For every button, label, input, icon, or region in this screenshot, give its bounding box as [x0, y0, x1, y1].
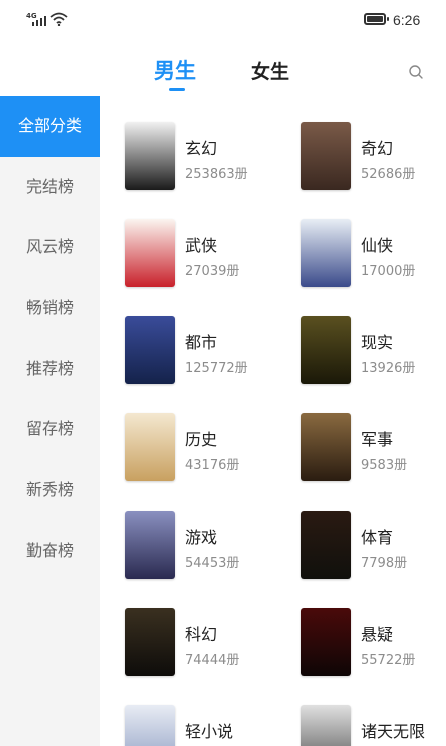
category-name: 仙侠 — [361, 236, 394, 255]
sidebar-item-bestseller[interactable]: 畅销榜 — [0, 278, 100, 339]
book-cover-image — [301, 705, 351, 746]
category-item[interactable]: 游戏 54453册 — [125, 511, 295, 583]
category-name: 体育 — [361, 528, 394, 547]
category-book-count: 9583册 — [361, 458, 408, 473]
book-cover-image — [125, 219, 175, 287]
network-type: 4G — [26, 12, 37, 20]
sidebar-item-recommended[interactable]: 推荐榜 — [0, 339, 100, 400]
tab-male[interactable]: 男生 — [154, 55, 196, 85]
category-name: 历史 — [185, 430, 218, 449]
category-item[interactable]: 武侠 27039册 — [125, 219, 295, 291]
category-name: 悬疑 — [361, 625, 394, 644]
category-book-count: 55722册 — [361, 653, 416, 668]
category-item[interactable]: 诸天无限 — [301, 705, 446, 746]
clock: 6:26 — [393, 12, 421, 28]
search-icon[interactable] — [408, 64, 424, 80]
category-book-count: 43176册 — [185, 458, 240, 473]
sidebar-item-trending[interactable]: 风云榜 — [0, 217, 100, 278]
category-book-count: 54453册 — [185, 556, 240, 571]
category-name: 奇幻 — [361, 139, 394, 158]
category-item[interactable]: 现实 13926册 — [301, 316, 446, 388]
book-cover-image — [125, 316, 175, 384]
sidebar-item-all-categories[interactable]: 全部分类 — [0, 96, 100, 157]
status-bar: 4G 6:26 — [0, 0, 446, 40]
book-cover-image — [125, 608, 175, 676]
category-item[interactable]: 历史 43176册 — [125, 413, 295, 485]
category-name: 科幻 — [185, 625, 218, 644]
book-cover-image — [301, 511, 351, 579]
category-item[interactable]: 军事 9583册 — [301, 413, 446, 485]
category-name: 诸天无限 — [361, 722, 426, 741]
tab-female[interactable]: 女生 — [251, 57, 289, 84]
category-book-count: 52686册 — [361, 167, 416, 182]
book-cover-image — [301, 413, 351, 481]
category-item[interactable]: 轻小说 — [125, 705, 295, 746]
sidebar-item-newcomer[interactable]: 新秀榜 — [0, 460, 100, 521]
category-item[interactable]: 都市 125772册 — [125, 316, 295, 388]
category-book-count: 125772册 — [185, 361, 248, 376]
category-item[interactable]: 科幻 74444册 — [125, 608, 295, 680]
category-book-count: 27039册 — [185, 264, 240, 279]
category-grid: 玄幻 253863册 奇幻 52686册武侠 27039册 仙侠 17000册都市 12577… — [100, 96, 446, 746]
book-cover-image — [301, 608, 351, 676]
ranking-sidebar: 全部分类 完结榜 风云榜 畅销榜 推荐榜 留存榜 新秀榜 勤奋榜 — [0, 96, 100, 746]
category-item[interactable]: 悬疑 55722册 — [301, 608, 446, 680]
category-book-count: 17000册 — [361, 264, 416, 279]
book-cover-image — [301, 316, 351, 384]
category-name: 军事 — [361, 430, 394, 449]
book-cover-image — [125, 413, 175, 481]
category-book-count: 13926册 — [361, 361, 416, 376]
book-cover-image — [301, 219, 351, 287]
wifi-icon — [50, 12, 68, 26]
category-book-count: 7798册 — [361, 556, 408, 571]
category-name: 现实 — [361, 333, 394, 352]
book-cover-image — [125, 511, 175, 579]
book-cover-image — [125, 705, 175, 746]
battery-icon — [364, 13, 389, 25]
book-cover-image — [301, 122, 351, 190]
gender-tabs: 男生 女生 — [0, 40, 446, 96]
category-item[interactable]: 奇幻 52686册 — [301, 122, 446, 194]
category-book-count: 253863册 — [185, 167, 248, 182]
category-book-count: 74444册 — [185, 653, 240, 668]
category-item[interactable]: 体育 7798册 — [301, 511, 446, 583]
category-item[interactable]: 玄幻 253863册 — [125, 122, 295, 194]
category-name: 都市 — [185, 333, 218, 352]
sidebar-item-diligent[interactable]: 勤奋榜 — [0, 521, 100, 582]
signal-indicator: 4G — [26, 12, 72, 28]
category-name: 游戏 — [185, 528, 218, 547]
active-tab-indicator — [169, 88, 185, 91]
category-item[interactable]: 仙侠 17000册 — [301, 219, 446, 291]
category-name: 武侠 — [185, 236, 218, 255]
sidebar-item-completed[interactable]: 完结榜 — [0, 157, 100, 218]
category-name: 轻小说 — [185, 722, 234, 741]
category-name: 玄幻 — [185, 139, 218, 158]
book-cover-image — [125, 122, 175, 190]
sidebar-item-retention[interactable]: 留存榜 — [0, 399, 100, 460]
